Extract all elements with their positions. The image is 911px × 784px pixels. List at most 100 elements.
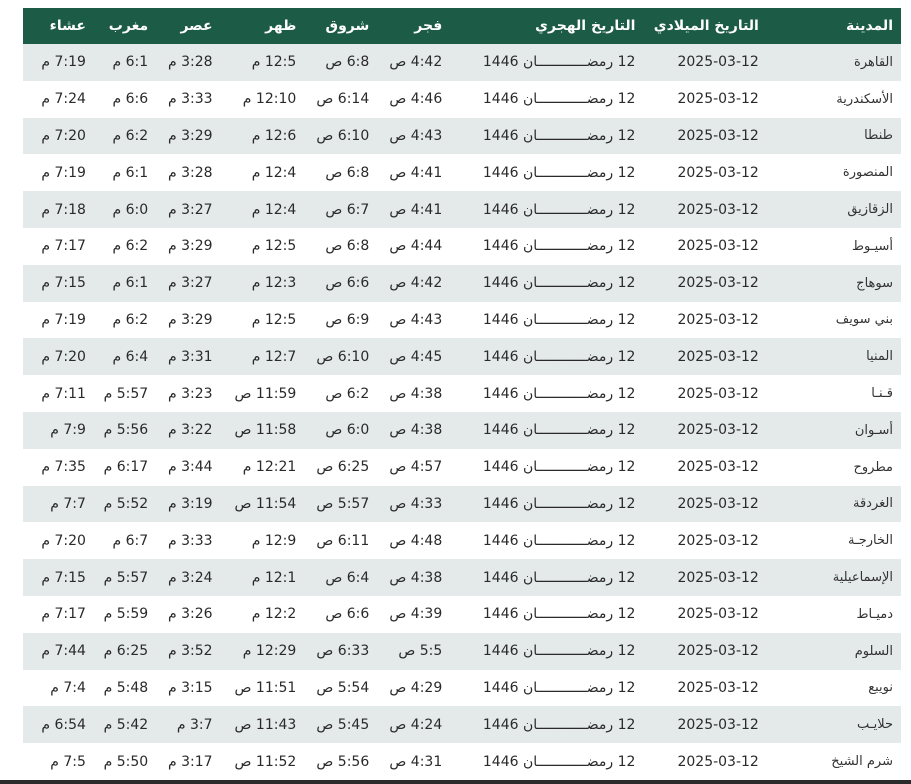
table-row: حلايـب 2025-03-12 12 رمضــــــــــــان 144… <box>23 706 901 744</box>
cell-gregorian: 2025-03-12 <box>677 127 759 144</box>
cell-maghrib: 6:17 م <box>103 459 149 476</box>
cell-maghrib: 5:42 م <box>103 716 149 733</box>
bottom-scrollbar-edge <box>0 780 911 784</box>
cell-asr: 3:29 م <box>167 311 213 328</box>
cell-asr: 3:28 م <box>167 54 213 71</box>
cell-hijri: 12 رمضــــــــــــان 1446 <box>482 459 636 476</box>
cell-hijri: 12 رمضــــــــــــان 1446 <box>482 606 636 623</box>
header-city: المدينة <box>846 18 893 34</box>
cell-shuruq: 5:57 ص <box>316 495 370 512</box>
cell-fajr: 4:44 ص <box>389 238 443 255</box>
cell-city: المنيا <box>866 349 893 365</box>
cell-shuruq: 6:9 ص <box>325 311 370 328</box>
cell-dhuhr: 12:5 م <box>251 54 297 71</box>
cell-maghrib: 6:6 م <box>112 91 149 108</box>
table-row: الزقازيق 2025-03-12 12 رمضــــــــــــان 1… <box>23 191 901 228</box>
cell-hijri: 12 رمضــــــــــــان 1446 <box>482 127 636 144</box>
cell-asr: 3:31 م <box>167 348 213 365</box>
table-row: أسـوان 2025-03-12 12 رمضــــــــــــان 144… <box>23 411 901 449</box>
header-asr: عصر <box>180 18 213 34</box>
cell-gregorian: 2025-03-12 <box>677 459 759 476</box>
table-row: شرم الشيخ 2025-03-12 12 رمضــــــــــــان … <box>23 743 901 780</box>
cell-isha: 7:18 م <box>41 201 86 218</box>
cell-gregorian: 2025-03-12 <box>677 753 759 770</box>
table-row: قـنـا 2025-03-12 12 رمضــــــــــــان 1446… <box>23 375 901 412</box>
cell-fajr: 4:42 ص <box>389 54 443 71</box>
cell-hijri: 12 رمضــــــــــــان 1446 <box>482 753 636 770</box>
cell-gregorian: 2025-03-12 <box>677 495 759 512</box>
header-fajr: فجر <box>414 18 443 34</box>
prayer-times-table-container: المدينة التاريخ الميلادي التاريخ الهجري … <box>23 8 901 780</box>
cell-hijri: 12 رمضــــــــــــان 1446 <box>482 238 636 255</box>
header-shuruq: شروق <box>325 18 370 34</box>
cell-isha: 7:7 م <box>50 495 86 512</box>
cell-gregorian: 2025-03-12 <box>677 348 759 365</box>
cell-shuruq: 6:7 ص <box>325 201 370 218</box>
cell-shuruq: 6:6 ص <box>325 606 370 623</box>
cell-shuruq: 6:2 ص <box>325 385 370 402</box>
cell-fajr: 4:57 ص <box>389 459 443 476</box>
cell-hijri: 12 رمضــــــــــــان 1446 <box>482 91 636 108</box>
cell-fajr: 4:42 ص <box>389 275 443 292</box>
cell-gregorian: 2025-03-12 <box>677 716 759 733</box>
cell-dhuhr: 11:59 ص <box>234 385 297 402</box>
cell-city: مطروح <box>853 459 893 475</box>
cell-isha: 7:15 م <box>41 275 86 292</box>
cell-hijri: 12 رمضــــــــــــان 1446 <box>482 422 636 439</box>
cell-gregorian: 2025-03-12 <box>677 54 759 71</box>
cell-fajr: 4:39 ص <box>389 606 443 623</box>
cell-maghrib: 6:25 م <box>103 643 149 660</box>
cell-isha: 7:35 م <box>41 459 86 476</box>
cell-dhuhr: 12:5 م <box>251 311 297 328</box>
table-row: مطروح 2025-03-12 12 رمضــــــــــــان 1446… <box>23 448 901 486</box>
table-row: الخارجـة 2025-03-12 12 رمضــــــــــــان 1… <box>23 522 901 560</box>
cell-hijri: 12 رمضــــــــــــان 1446 <box>482 716 636 733</box>
cell-city: شرم الشيخ <box>831 754 893 770</box>
cell-shuruq: 6:33 ص <box>316 643 370 660</box>
table-row: نويبع 2025-03-12 12 رمضــــــــــــان 1446… <box>23 669 901 707</box>
cell-asr: 3:52 م <box>167 643 213 660</box>
table-row: الغردقة 2025-03-12 12 رمضــــــــــــان 14… <box>23 485 901 523</box>
cell-fajr: 4:43 ص <box>389 311 443 328</box>
cell-gregorian: 2025-03-12 <box>677 238 759 255</box>
table-row: بني سويف 2025-03-12 12 رمضــــــــــــان 1… <box>23 301 901 339</box>
cell-shuruq: 5:45 ص <box>316 716 370 733</box>
cell-hijri: 12 رمضــــــــــــان 1446 <box>482 385 636 402</box>
cell-hijri: 12 رمضــــــــــــان 1446 <box>482 532 636 549</box>
cell-shuruq: 6:0 ص <box>325 422 370 439</box>
cell-city: دميـاط <box>856 606 893 622</box>
cell-dhuhr: 12:10 م <box>242 91 297 108</box>
cell-asr: 3:29 م <box>167 238 213 255</box>
header-isha: عشاء <box>49 18 86 34</box>
cell-city: السلوم <box>854 643 893 659</box>
cell-isha: 7:20 م <box>41 348 86 365</box>
cell-asr: 3:44 م <box>167 459 213 476</box>
cell-dhuhr: 12:6 م <box>251 127 297 144</box>
cell-hijri: 12 رمضــــــــــــان 1446 <box>482 275 636 292</box>
cell-hijri: 12 رمضــــــــــــان 1446 <box>482 495 636 512</box>
table-header: المدينة التاريخ الميلادي التاريخ الهجري … <box>23 8 901 44</box>
table-row: الإسماعيلية 2025-03-12 12 رمضــــــــــــا… <box>23 559 901 596</box>
cell-isha: 7:19 م <box>41 311 86 328</box>
cell-fajr: 4:33 ص <box>389 495 443 512</box>
cell-asr: 3:29 م <box>167 127 213 144</box>
cell-gregorian: 2025-03-12 <box>677 643 759 660</box>
cell-dhuhr: 12:7 م <box>251 348 297 365</box>
cell-dhuhr: 12:9 م <box>251 532 297 549</box>
cell-isha: 7:20 م <box>41 532 86 549</box>
cell-dhuhr: 11:52 ص <box>234 753 297 770</box>
cell-isha: 7:4 م <box>50 679 86 696</box>
cell-dhuhr: 12:5 م <box>251 238 297 255</box>
cell-dhuhr: 12:4 م <box>251 164 297 181</box>
cell-city: الإسماعيلية <box>832 570 893 586</box>
cell-maghrib: 6:1 م <box>112 164 149 181</box>
cell-isha: 7:17 م <box>41 606 86 623</box>
table-body: القاهرة 2025-03-12 12 رمضــــــــــــان 14… <box>23 44 901 780</box>
cell-asr: 3:26 م <box>167 606 213 623</box>
cell-hijri: 12 رمضــــــــــــان 1446 <box>482 54 636 71</box>
cell-isha: 7:20 م <box>41 127 86 144</box>
cell-city: الغردقة <box>853 496 893 512</box>
cell-asr: 3:28 م <box>167 164 213 181</box>
cell-isha: 7:19 م <box>41 164 86 181</box>
cell-city: بني سويف <box>835 312 893 328</box>
